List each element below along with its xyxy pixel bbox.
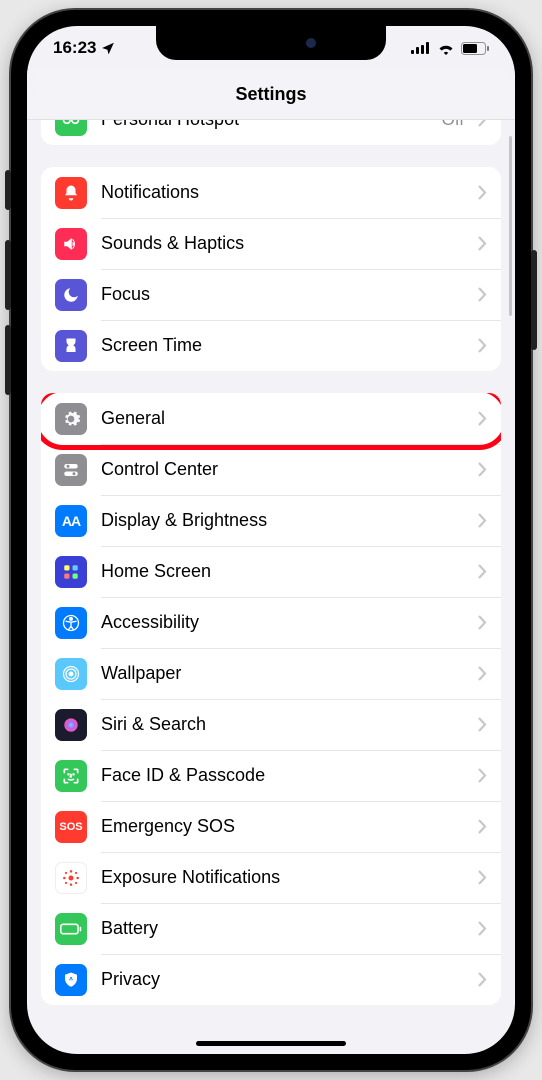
battery-icon [55,913,87,945]
row-label: Emergency SOS [101,816,464,837]
row-label: Siri & Search [101,714,464,735]
row-wallpaper[interactable]: Wallpaper [41,648,501,699]
chevron-right-icon [478,564,487,579]
wifi-icon [437,42,455,55]
chevron-right-icon [478,972,487,987]
wallpaper-icon [55,658,87,690]
focus-icon [55,279,87,311]
chevron-right-icon [478,120,487,127]
control-center-icon [55,454,87,486]
screen: 16:23 [27,26,515,1054]
chevron-right-icon [478,411,487,426]
accessibility-icon [55,607,87,639]
row-emergency-sos[interactable]: SOS Emergency SOS [41,801,501,852]
chevron-right-icon [478,615,487,630]
group-notifications: Notifications Sounds & Haptics Focus [41,167,501,371]
mute-switch [5,170,11,210]
side-button [531,250,537,350]
row-focus[interactable]: Focus [41,269,501,320]
chevron-right-icon [478,768,487,783]
volume-down-button [5,325,11,395]
row-label: Battery [101,918,464,939]
notch [156,26,386,60]
group-general: General Control Center AA Display & Brig… [41,393,501,1005]
chevron-right-icon [478,462,487,477]
chevron-right-icon [478,185,487,200]
home-screen-icon [55,556,87,588]
row-display-brightness[interactable]: AA Display & Brightness [41,495,501,546]
row-label: Privacy [101,969,464,990]
row-notifications[interactable]: Notifications [41,167,501,218]
row-label: Display & Brightness [101,510,464,531]
status-time: 16:23 [53,38,96,58]
chevron-right-icon [478,338,487,353]
group-connectivity: Personal Hotspot Off [41,120,501,145]
exposure-icon [55,862,87,894]
row-control-center[interactable]: Control Center [41,444,501,495]
row-personal-hotspot[interactable]: Personal Hotspot Off [41,120,501,145]
device-frame: 16:23 [11,10,531,1070]
row-face-id-passcode[interactable]: Face ID & Passcode [41,750,501,801]
siri-icon [55,709,87,741]
scroll-indicator [509,136,512,316]
sounds-icon [55,228,87,260]
row-label: General [101,408,464,429]
chevron-right-icon [478,819,487,834]
battery-icon [461,42,489,55]
page-title: Settings [235,84,306,105]
home-indicator[interactable] [196,1041,346,1046]
face-id-icon [55,760,87,792]
row-general[interactable]: General [41,393,501,444]
row-screen-time[interactable]: Screen Time [41,320,501,371]
chevron-right-icon [478,666,487,681]
row-accessibility[interactable]: Accessibility [41,597,501,648]
row-label: Home Screen [101,561,464,582]
chevron-right-icon [478,236,487,251]
chevron-right-icon [478,717,487,732]
settings-scroll[interactable]: Personal Hotspot Off Notifications [27,120,515,1054]
row-home-screen[interactable]: Home Screen [41,546,501,597]
row-exposure-notifications[interactable]: Exposure Notifications [41,852,501,903]
location-icon [101,41,115,55]
chevron-right-icon [478,870,487,885]
row-label: Wallpaper [101,663,464,684]
row-detail: Off [442,120,464,130]
row-label: Control Center [101,459,464,480]
row-label: Sounds & Haptics [101,233,464,254]
row-siri-search[interactable]: Siri & Search [41,699,501,750]
row-sounds-haptics[interactable]: Sounds & Haptics [41,218,501,269]
row-label: Face ID & Passcode [101,765,464,786]
chevron-right-icon [478,513,487,528]
row-label: Screen Time [101,335,464,356]
chevron-right-icon [478,921,487,936]
screen-time-icon [55,330,87,362]
row-label: Notifications [101,182,464,203]
cellular-signal-icon [411,42,431,54]
notifications-icon [55,177,87,209]
row-label: Exposure Notifications [101,867,464,888]
front-camera [306,38,316,48]
general-icon [55,403,87,435]
privacy-icon [55,964,87,996]
volume-up-button [5,240,11,310]
display-icon: AA [55,505,87,537]
row-label: Accessibility [101,612,464,633]
row-battery[interactable]: Battery [41,903,501,954]
row-label: Personal Hotspot [101,120,428,130]
chevron-right-icon [478,287,487,302]
sos-icon: SOS [55,811,87,843]
nav-title-bar: Settings [27,70,515,120]
row-privacy[interactable]: Privacy [41,954,501,1005]
personal-hotspot-icon [55,120,87,136]
row-label: Focus [101,284,464,305]
